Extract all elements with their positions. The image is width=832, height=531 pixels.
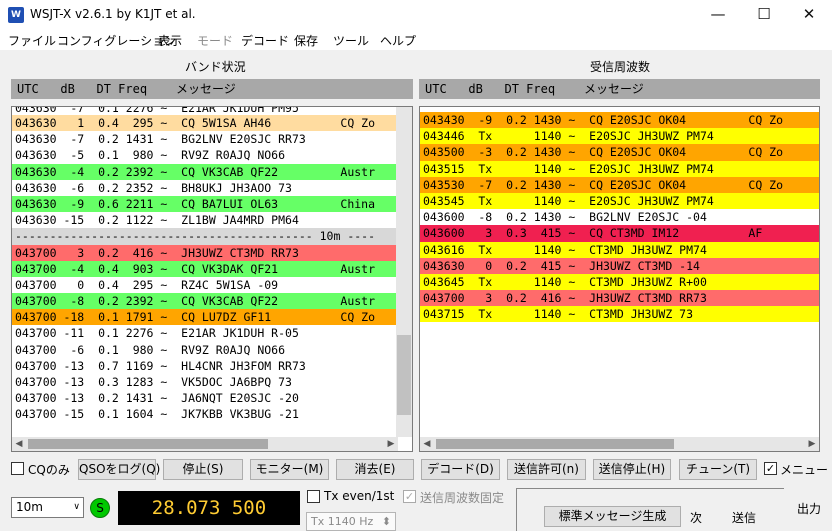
halt-tx-button[interactable]: 送信停止(H) bbox=[593, 459, 671, 480]
band-vertical-scroll-thumb[interactable] bbox=[397, 335, 411, 415]
message-row[interactable]: 043630 -7 0.2 1431 ~ BG2LNV E20SJC RR73 bbox=[12, 131, 412, 148]
tx-even-label: Tx even/1st bbox=[324, 489, 395, 503]
message-row[interactable]: 043700 -15 0.1 1604 ~ JK7KBB VK3BUG -21 bbox=[12, 406, 412, 423]
app-icon: W bbox=[8, 7, 24, 23]
tx-frequency-value: Tx 1140 Hz bbox=[311, 515, 374, 528]
band-activity-rows: 043630 -7 0.1 2276 ~ E21AR JK1DUH PM95 04… bbox=[12, 107, 412, 423]
message-row[interactable]: 043715 Tx 1140 ~ CT3MD JH3UWZ 73 bbox=[420, 306, 819, 323]
message-row[interactable]: 043545 Tx 1140 ~ E20SJC JH3UWZ PM74 bbox=[420, 192, 819, 210]
message-row[interactable]: 043700 -4 0.4 903 ~ CQ VK3DAK QF21 Austr bbox=[12, 260, 412, 277]
menu-mode[interactable]: モード bbox=[197, 32, 233, 49]
message-row[interactable]: 043530 -7 0.2 1430 ~ CQ E20SJC OK04 CQ Z… bbox=[420, 176, 819, 193]
message-row[interactable]: 043616 Tx 1140 ~ CT3MD JH3UWZ PM74 bbox=[420, 241, 819, 258]
menu-help[interactable]: ヘルプ bbox=[380, 32, 416, 49]
message-row[interactable]: 043700 3 0.2 416 ~ JH3UWZ CT3MD RR73 bbox=[420, 290, 819, 307]
erase-button[interactable]: 消去(E) bbox=[336, 459, 414, 480]
window-title: WSJT-X v2.6.1 by K1JT et al. bbox=[30, 7, 196, 21]
cq-only-label: CQのみ bbox=[28, 463, 70, 477]
message-row[interactable]: 043700 -13 0.3 1283 ~ VK5DOC JA6BPQ 73 bbox=[12, 374, 412, 391]
title-bar: W WSJT-X v2.6.1 by K1JT et al. — ☐ ✕ bbox=[0, 0, 832, 30]
message-row[interactable]: 043700 -13 0.2 1431 ~ JA6NQT E20SJC -20 bbox=[12, 390, 412, 407]
scroll-left-icon[interactable]: ◀ bbox=[420, 437, 434, 451]
rx-frequency-rows: 043430 -9 0.2 1430 ~ CQ E20SJC OK04 CQ Z… bbox=[420, 112, 819, 323]
message-row[interactable]: 043630 -15 0.2 1122 ~ ZL1BW JA4MRD PM64 bbox=[12, 212, 412, 229]
cq-only-checkbox[interactable] bbox=[11, 462, 24, 475]
band-horizontal-scroll-thumb[interactable] bbox=[28, 439, 268, 449]
message-row[interactable]: 043645 Tx 1140 ~ CT3MD JH3UWZ R+00 bbox=[420, 273, 819, 291]
tune-button[interactable]: チューン(T) bbox=[679, 459, 757, 480]
menu-tools[interactable]: ツール bbox=[333, 32, 369, 49]
message-row[interactable]: 043700 -13 0.7 1169 ~ HL4CNR JH3FOM RR73 bbox=[12, 357, 412, 374]
rx-horizontal-scrollbar[interactable]: ◀ ▶ bbox=[420, 437, 819, 451]
decode-button[interactable]: デコード(D) bbox=[421, 459, 500, 480]
tx-even-checkbox[interactable] bbox=[307, 490, 320, 503]
scroll-left-icon[interactable]: ◀ bbox=[12, 437, 26, 451]
message-row[interactable]: 043700 -11 0.1 2276 ~ E21AR JK1DUH R-05 bbox=[12, 325, 412, 342]
tx-frequency-spinbox[interactable]: Tx 1140 Hz ⬍ bbox=[306, 512, 396, 531]
scroll-right-icon[interactable]: ▶ bbox=[384, 437, 398, 451]
message-row[interactable]: 043446 Tx 1140 ~ E20SJC JH3UWZ PM74 bbox=[420, 128, 819, 145]
log-qso-button[interactable]: QSOをログ(Q) bbox=[78, 459, 160, 480]
menu-file[interactable]: ファイル bbox=[8, 32, 56, 49]
band-select-value: 10m bbox=[16, 500, 43, 514]
next-column-label: 次 bbox=[690, 511, 703, 525]
message-row[interactable]: 043630 1 0.4 295 ~ CQ 5W1SA AH46 CQ Zo bbox=[12, 115, 412, 132]
message-row[interactable]: 043515 Tx 1140 ~ E20SJC JH3UWZ PM74 bbox=[420, 160, 819, 177]
band-vertical-scrollbar[interactable] bbox=[396, 107, 412, 437]
message-row[interactable]: 043700 3 0.2 416 ~ JH3UWZ CT3MD RR73 bbox=[12, 244, 412, 261]
menu-view[interactable]: 表示 bbox=[158, 32, 182, 49]
menu-decode[interactable]: デコード bbox=[241, 32, 289, 49]
rx-horizontal-scroll-thumb[interactable] bbox=[436, 439, 674, 449]
minimize-button[interactable]: — bbox=[695, 0, 741, 30]
message-row[interactable]: 043630 -6 0.2 2352 ~ BH8UKJ JH3AOO 73 bbox=[12, 179, 412, 196]
monitor-button[interactable]: モニター(M) bbox=[250, 459, 329, 480]
band-activity-title: バンド状況 bbox=[185, 60, 246, 74]
rx-frequency-title: 受信周波数 bbox=[590, 60, 651, 74]
message-row[interactable]: 043700 0 0.4 295 ~ RZ4C 5W1SA -09 bbox=[12, 276, 412, 294]
message-row[interactable]: 043600 -8 0.2 1430 ~ BG2LNV E20SJC -04 bbox=[420, 209, 819, 226]
chevron-down-icon: ∨ bbox=[73, 502, 80, 512]
dial-frequency-display: 28.073 500 bbox=[118, 491, 300, 525]
message-row[interactable]: 043630 -9 0.6 2211 ~ CQ BA7LUI OL63 Chin… bbox=[12, 195, 412, 213]
message-row[interactable]: 043630 -5 0.1 980 ~ RV9Z R0AJQ NO66 bbox=[12, 147, 412, 164]
message-row[interactable]: 043600 3 0.3 415 ~ CQ CT3MD IM12 AF bbox=[420, 225, 819, 242]
s-meter-indicator: S bbox=[90, 498, 110, 518]
rx-frequency-list[interactable]: 043430 -9 0.2 1430 ~ CQ E20SJC OK04 CQ Z… bbox=[419, 106, 820, 452]
message-row[interactable]: 043500 -3 0.2 1430 ~ CQ E20SJC OK04 CQ Z… bbox=[420, 144, 819, 161]
message-row[interactable]: 043700 -6 0.1 980 ~ RV9Z R0AJQ NO66 bbox=[12, 341, 412, 358]
scroll-right-icon[interactable]: ▶ bbox=[805, 437, 819, 451]
enable-tx-button[interactable]: 送信許可(n) bbox=[507, 459, 586, 480]
now-column-label: 送信 bbox=[732, 511, 757, 525]
generate-std-msgs-button[interactable]: 標準メッセージ生成 bbox=[544, 506, 681, 527]
band-select[interactable]: 10m ∨ bbox=[11, 497, 84, 518]
message-row[interactable]: 043630 -7 0.1 2276 ~ E21AR JK1DUH PM95 bbox=[12, 107, 412, 115]
output-label: 出力 bbox=[797, 502, 822, 516]
band-activity-header: UTC dB DT Freq メッセージ bbox=[11, 79, 413, 99]
message-row[interactable]: 043430 -9 0.2 1430 ~ CQ E20SJC OK04 CQ Z… bbox=[420, 112, 819, 129]
menus-label: メニュー bbox=[780, 463, 829, 477]
band-activity-list[interactable]: 043630 -7 0.1 2276 ~ E21AR JK1DUH PM95 04… bbox=[11, 106, 413, 452]
band-horizontal-scrollbar[interactable]: ◀ ▶ bbox=[12, 437, 398, 451]
message-row[interactable]: 043700 -8 0.2 2392 ~ CQ VK3CAB QF22 Aust… bbox=[12, 293, 412, 310]
menus-checkbox[interactable]: ✓ bbox=[764, 462, 777, 475]
message-row[interactable]: 043630 -4 0.2 2392 ~ CQ VK3CAB QF22 Aust… bbox=[12, 163, 412, 180]
close-button[interactable]: ✕ bbox=[786, 0, 832, 30]
message-row[interactable]: 043700 -18 0.1 1791 ~ CQ LU7DZ GF11 CQ Z… bbox=[12, 309, 412, 326]
menu-bar: ファイル コンフィグレーション 表示 モード デコード 保存 ツール ヘルプ bbox=[0, 30, 832, 50]
rx-frequency-header: UTC dB DT Freq メッセージ bbox=[419, 79, 820, 99]
spin-arrows-icon[interactable]: ⬍ bbox=[382, 513, 391, 530]
hold-tx-freq-checkbox[interactable]: ✓ bbox=[403, 490, 416, 503]
maximize-button[interactable]: ☐ bbox=[741, 0, 787, 30]
message-row[interactable]: 043630 0 0.2 415 ~ JH3UWZ CT3MD -14 bbox=[420, 257, 819, 274]
menu-save[interactable]: 保存 bbox=[294, 32, 318, 49]
stop-button[interactable]: 停止(S) bbox=[163, 459, 243, 480]
message-row[interactable]: ----------------------------------------… bbox=[12, 228, 412, 245]
hold-tx-freq-label: 送信周波数固定 bbox=[420, 491, 505, 505]
